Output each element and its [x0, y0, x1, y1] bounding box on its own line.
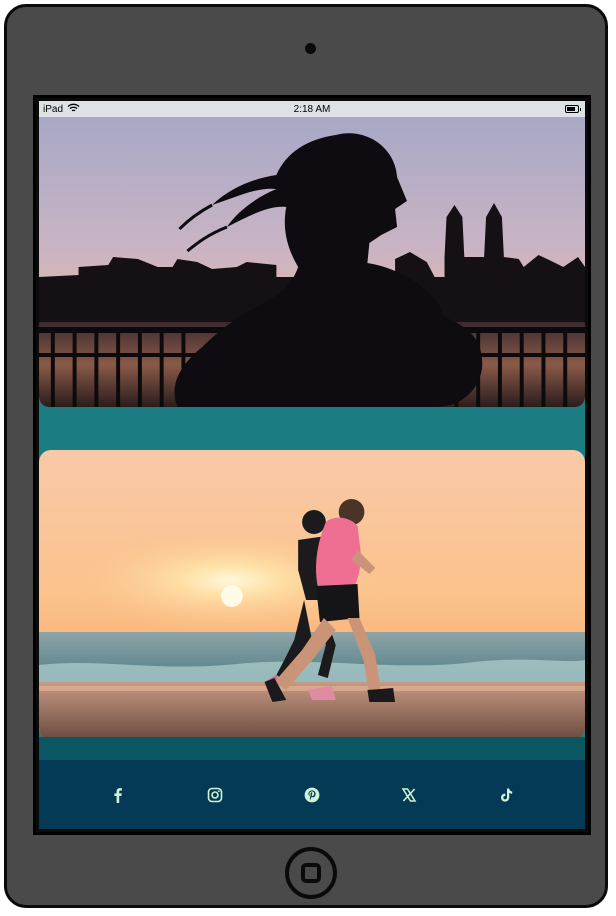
page-content [39, 117, 585, 829]
instagram-icon [207, 787, 223, 802]
home-button[interactable] [285, 847, 337, 899]
pinterest-icon [304, 787, 320, 802]
tiktok-icon [501, 788, 513, 802]
camera-icon [305, 43, 316, 54]
screen: iPad 2:18 AM [33, 95, 591, 835]
instagram-link[interactable] [203, 783, 227, 807]
social-footer [39, 760, 585, 829]
beach-runners-sunset-photo [39, 450, 585, 740]
battery-icon [565, 105, 581, 113]
x-link[interactable] [397, 783, 421, 807]
tiktok-link[interactable] [494, 783, 518, 807]
status-time: 2:18 AM [293, 103, 331, 115]
status-bar: iPad 2:18 AM [39, 101, 585, 117]
home-square-icon [301, 863, 321, 883]
runner-silhouette-city-photo [39, 117, 585, 407]
x-twitter-icon [401, 787, 417, 802]
section-divider [39, 737, 585, 760]
ipad-frame: iPad 2:18 AM [4, 4, 608, 908]
facebook-icon [113, 787, 122, 803]
facebook-link[interactable] [106, 783, 130, 807]
pinterest-link[interactable] [300, 783, 324, 807]
